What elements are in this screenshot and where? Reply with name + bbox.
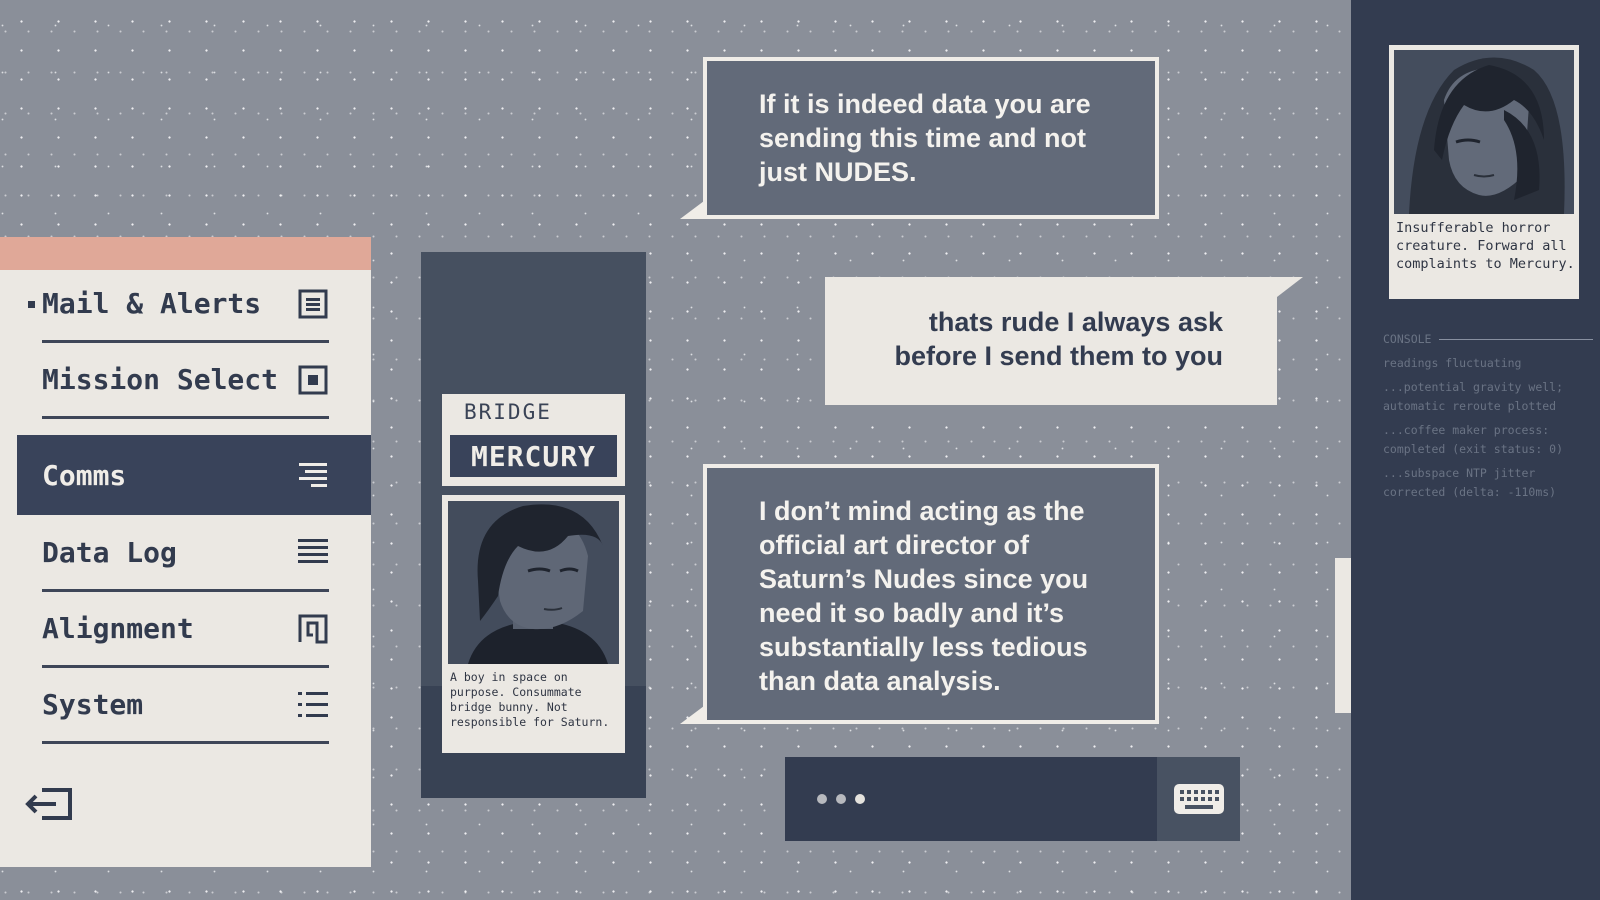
console-line: readings fluctuating	[1383, 356, 1522, 370]
typing-indicator	[817, 794, 865, 804]
menu-item-system[interactable]: System	[42, 668, 329, 744]
menu-item-label: System	[42, 688, 144, 721]
message-bubble-incoming: I don’t mind acting as the official art …	[703, 464, 1159, 724]
character-panel: BRIDGE MERCURY A boy in space on purpose…	[421, 252, 646, 798]
menu-item-label: Mail & Alerts	[42, 287, 262, 320]
keyboard-button[interactable]	[1157, 757, 1240, 841]
menu-item-label: Mission Select	[42, 363, 279, 396]
system-icon	[298, 691, 328, 717]
right-sidebar: Insufferable horror creature. Forward al…	[1351, 0, 1600, 900]
menu-accent-bar	[0, 237, 371, 270]
main-menu: Mail & Alerts Mission Select Comms Data …	[0, 237, 371, 867]
collapsed-panel-tab[interactable]	[1335, 558, 1351, 713]
character-name: MERCURY	[470, 439, 596, 473]
reply-input-bar[interactable]	[785, 757, 1240, 841]
typing-dot	[836, 794, 846, 804]
contact-caption: Insufferable horror creature. Forward al…	[1396, 220, 1575, 272]
exit-icon[interactable]	[24, 787, 74, 821]
mail-alerts-icon	[298, 289, 328, 318]
data-log-icon	[298, 539, 328, 563]
console-line: ...potential gravity well; automatic rer…	[1383, 380, 1564, 413]
bubble-tail	[1277, 277, 1303, 297]
character-portrait-card: A boy in space on purpose. Consummate br…	[442, 495, 625, 753]
message-text: I don’t mind acting as the official art …	[759, 496, 1089, 696]
contact-profile-card: Insufferable horror creature. Forward al…	[1389, 45, 1579, 299]
menu-item-mission-select[interactable]: Mission Select	[42, 343, 329, 419]
bubble-tail	[680, 706, 704, 724]
menu-item-alignment[interactable]: Alignment	[42, 592, 329, 668]
contact-portrait	[1394, 50, 1574, 214]
menu-item-data-log[interactable]: Data Log	[42, 515, 329, 592]
message-bubble-outgoing: thats rude I always ask before I send th…	[825, 277, 1277, 405]
typing-dot	[855, 794, 865, 804]
console-line: ...subspace NTP jitter corrected (delta:…	[1383, 466, 1557, 499]
console-log: CONSOLE readings fluctuating ...potentia…	[1383, 330, 1593, 502]
console-title: CONSOLE	[1383, 332, 1432, 346]
bubble-tail	[680, 201, 704, 219]
console-header: CONSOLE	[1383, 330, 1593, 349]
typing-dot	[817, 794, 827, 804]
selection-bullet	[28, 300, 35, 308]
menu-item-mail-alerts[interactable]: Mail & Alerts	[28, 267, 329, 343]
alignment-icon	[298, 614, 328, 643]
menu-item-comms[interactable]: Comms	[17, 435, 371, 515]
keyboard-icon	[1173, 784, 1224, 814]
character-caption: A boy in space on purpose. Consummate br…	[450, 670, 610, 729]
message-text: If it is indeed data you are sending thi…	[759, 89, 1091, 187]
console-line: ...coffee maker process: completed (exit…	[1383, 423, 1564, 456]
location-label: BRIDGE	[464, 400, 552, 424]
mission-select-icon	[298, 365, 328, 394]
divider	[1439, 339, 1593, 340]
character-nameplate: BRIDGE MERCURY	[442, 394, 625, 486]
menu-item-label: Alignment	[42, 612, 194, 645]
character-portrait	[448, 501, 619, 664]
menu-item-label: Comms	[42, 458, 127, 492]
comms-icon	[299, 463, 327, 487]
character-name-box: MERCURY	[448, 433, 619, 479]
message-bubble-incoming: If it is indeed data you are sending thi…	[703, 57, 1159, 219]
menu-item-label: Data Log	[42, 535, 177, 569]
message-text: thats rude I always ask before I send th…	[894, 307, 1223, 371]
